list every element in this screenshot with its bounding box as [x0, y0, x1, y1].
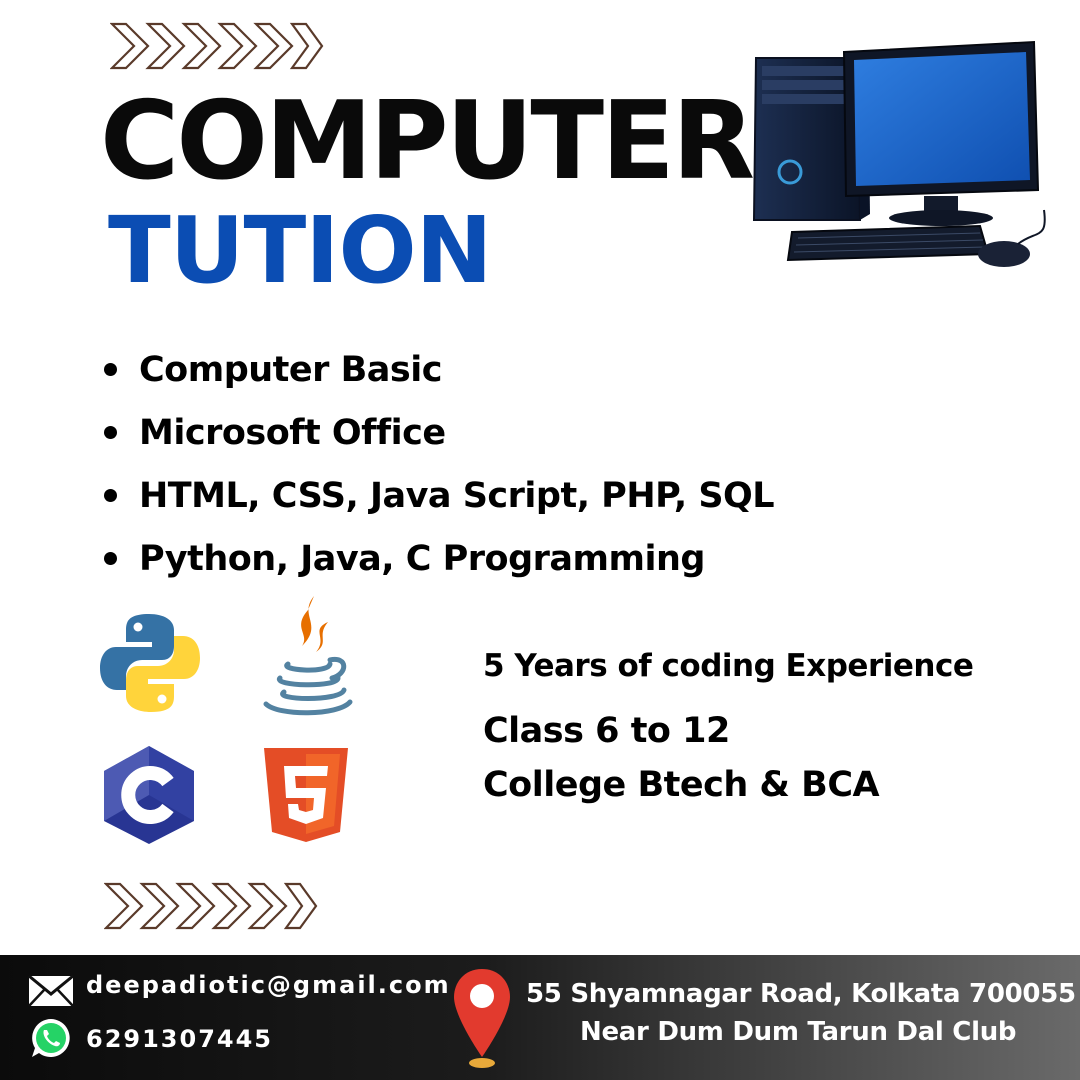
page-title: COMPUTER	[100, 79, 755, 204]
chevron-row-bottom	[104, 880, 319, 932]
footer-bar: deepadiotic@gmail.com 6291307445 55 Shya…	[0, 955, 1080, 1080]
course-label: Computer Basic	[139, 349, 442, 390]
location-pin-icon	[450, 965, 514, 1077]
python-logo-icon	[100, 612, 200, 718]
classes-text: Class 6 to 12	[483, 711, 730, 751]
bullet-icon	[104, 489, 117, 502]
chevron-right-icon	[104, 882, 318, 930]
chevron-right-icon	[110, 22, 324, 70]
list-item: Python, Java, C Programming	[104, 527, 774, 590]
address-line2: Near Dum Dum Tarun Dal Club	[580, 1017, 1017, 1047]
chevron-row-top	[110, 20, 325, 72]
course-label: Python, Java, C Programming	[139, 538, 705, 579]
bullet-icon	[104, 552, 117, 565]
address-line1: 55 Shyamnagar Road, Kolkata 700055	[526, 979, 1076, 1009]
java-logo-icon	[258, 594, 354, 722]
bullet-icon	[104, 426, 117, 439]
phone-link[interactable]: 6291307445	[86, 1025, 273, 1053]
course-label: HTML, CSS, Java Script, PHP, SQL	[139, 475, 775, 516]
college-text: College Btech & BCA	[483, 765, 880, 805]
page-subtitle: TUTION	[108, 197, 493, 304]
course-label: Microsoft Office	[139, 412, 446, 453]
list-item: Microsoft Office	[104, 401, 774, 464]
list-item: Computer Basic	[104, 338, 774, 401]
mail-icon	[28, 974, 74, 1011]
list-item: HTML, CSS, Java Script, PHP, SQL	[104, 464, 775, 527]
bullet-icon	[104, 363, 117, 376]
c-language-logo-icon	[102, 744, 196, 850]
course-list: Computer Basic Microsoft Office HTML, CS…	[104, 338, 775, 590]
desktop-computer-icon	[748, 40, 1053, 279]
whatsapp-icon	[30, 1017, 72, 1063]
email-link[interactable]: deepadiotic@gmail.com	[86, 971, 451, 999]
experience-text: 5 Years of coding Experience	[483, 648, 974, 684]
html5-logo-icon	[264, 748, 348, 846]
